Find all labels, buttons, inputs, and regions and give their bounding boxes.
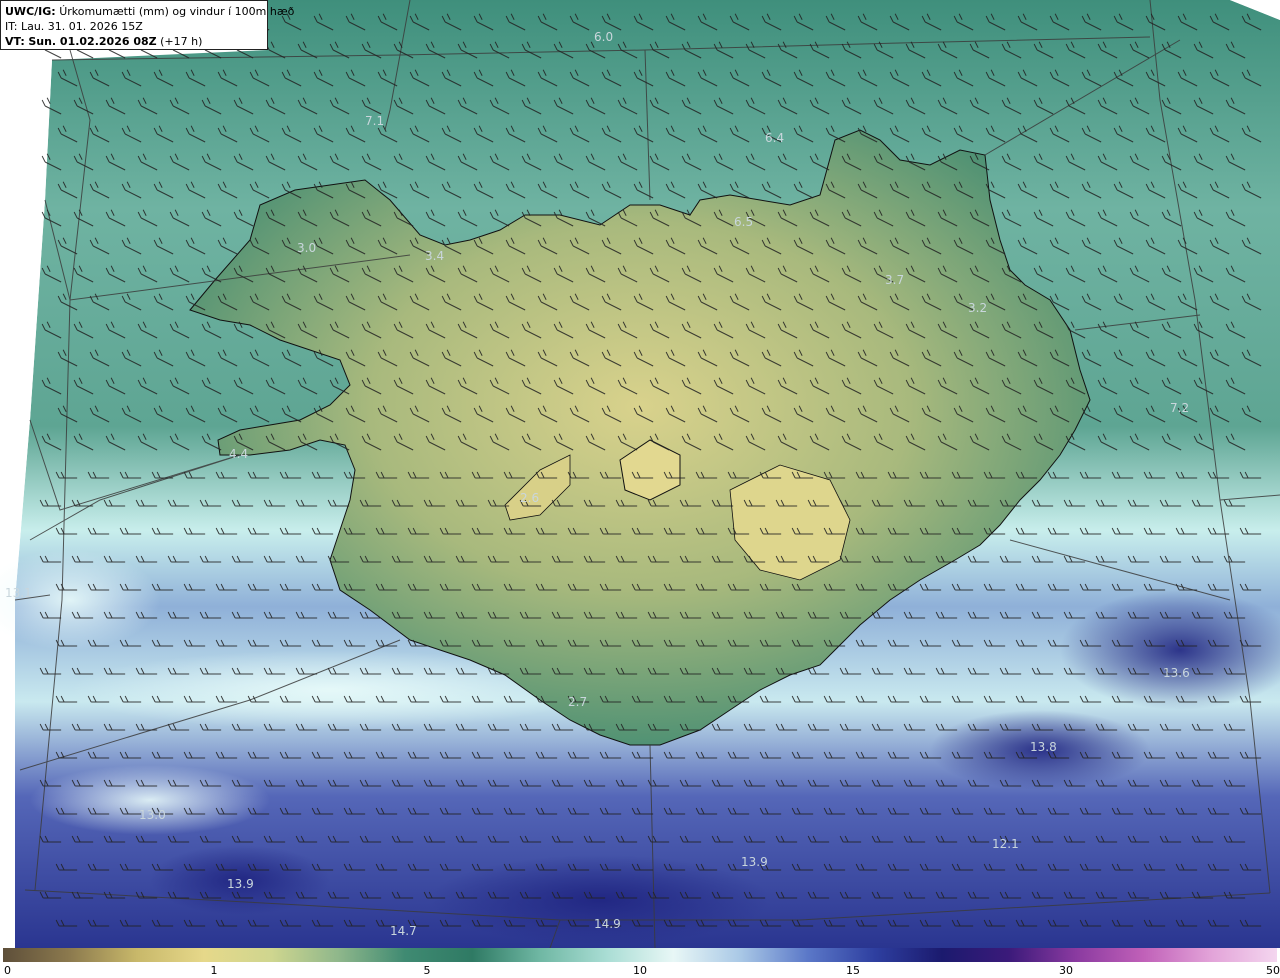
value-label: 13.9 (741, 855, 768, 869)
colorbar-tick: 10 (633, 964, 647, 977)
initial-time: IT: Lau. 31. 01. 2026 15Z (5, 20, 143, 33)
value-label: 6.4 (765, 131, 784, 145)
value-label: 3.7 (885, 273, 904, 287)
value-label: 7.2 (1170, 401, 1189, 415)
value-label: 6.0 (594, 30, 613, 44)
lead-time: (+17 h) (160, 35, 203, 48)
value-label: 13.1 (5, 586, 32, 600)
value-label: 13.6 (1163, 666, 1190, 680)
valid-time: Sun. 01.02.2026 08Z (28, 35, 157, 48)
colorbar-tick: 15 (846, 964, 860, 977)
colorbar-gradient (3, 948, 1277, 962)
value-label: 13.8 (1030, 740, 1057, 754)
valid-time-line: VT: Sun. 01.02.2026 08Z (+17 h) (5, 34, 263, 49)
product-title: Úrkomumætti (mm) og vindur í 100m hæð (59, 5, 295, 18)
map-header: UWC/IG: Úrkomumætti (mm) og vindur í 100… (0, 0, 294, 50)
value-label: 13.9 (227, 877, 254, 891)
value-label: 3.0 (297, 241, 316, 255)
value-label: 6.5 (734, 215, 753, 229)
colorbar: 0 1 5 10 15 30 50 (0, 948, 1280, 978)
colorbar-tick: 30 (1059, 964, 1073, 977)
colorbar-tick: 5 (423, 964, 431, 977)
forecast-map: 6.0 7.1 6.4 6.5 3.0 3.4 3.7 3.2 7.2 4.4 … (0, 0, 1280, 948)
value-label: 14.7 (390, 924, 417, 938)
model-name: UWC/IG: (5, 5, 56, 18)
valid-time-label: VT: (5, 35, 25, 48)
value-label: 3.2 (968, 301, 987, 315)
value-label: 2.6 (520, 491, 539, 505)
value-label: 7.1 (365, 114, 384, 128)
value-label: 12.1 (992, 837, 1019, 851)
value-label: 3.4 (425, 249, 444, 263)
value-label: 13.0 (139, 808, 166, 822)
value-label: 2.7 (568, 695, 587, 709)
colorbar-tick: 0 (4, 964, 11, 977)
header-title-line: UWC/IG: Úrkomumætti (mm) og vindur í 100… (5, 4, 294, 19)
value-label: 14.9 (594, 917, 621, 931)
colorbar-tick: 50 (1266, 964, 1280, 977)
colorbar-tick: 1 (210, 964, 218, 977)
value-label: 4.4 (229, 447, 248, 461)
